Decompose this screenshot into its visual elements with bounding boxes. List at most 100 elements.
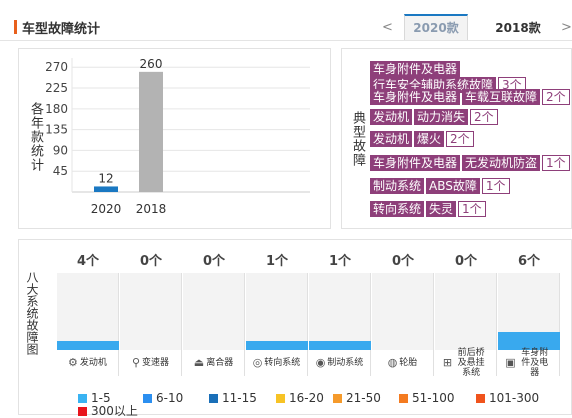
system-count: 0个 (202, 254, 226, 269)
system-column[interactable]: 1个 ◉ 制动系统 (309, 251, 371, 376)
issue-count: 1个 (481, 178, 510, 194)
title-accent-bar (14, 20, 17, 34)
issue-count: 1个 (458, 201, 486, 217)
system-name: 轮胎 (399, 358, 418, 368)
issue-name: 车载互联故障 (462, 89, 541, 105)
legend-label: 11-15 (222, 391, 257, 405)
system-name: 变速器 (142, 358, 170, 368)
legend-swatch (399, 394, 408, 403)
system-bar-track (57, 273, 119, 350)
issue-item[interactable]: 车身附件及电器 无发动机防盗 1个 (370, 155, 570, 171)
legend-item: 1-5 (78, 391, 111, 405)
engine-icon: ⚙ (68, 356, 78, 369)
system-label: ⚲ 变速器 (120, 350, 182, 376)
system-bar-track (498, 273, 560, 350)
issue-count: 2个 (542, 89, 570, 105)
system-name: 发动机 (79, 358, 107, 368)
typical-issues-panel: 典型故障 车身附件及电器 行车安全辅助系统故障 3个 车身附件及电器 车载互联故障 2个发… (341, 48, 572, 229)
issue-name: ABS故障 (426, 178, 480, 194)
system-column[interactable]: 4个 ⚙ 发动机 (57, 251, 119, 376)
y-tick-label: 225 (45, 81, 68, 95)
bar-2020 (94, 186, 118, 192)
system-bar-fill (309, 341, 371, 350)
issue-category: 发动机 (370, 109, 413, 125)
prev-arrow-icon[interactable]: < (382, 20, 393, 35)
legend-swatch (78, 394, 87, 403)
legend-label: 1-5 (91, 391, 111, 405)
y-tick-label: 270 (45, 60, 68, 74)
issue-category: 车身附件及电器 (370, 61, 461, 77)
system-label: ◎ 转向系统 (246, 350, 308, 376)
system-column[interactable]: 0个 ◍ 轮胎 (372, 251, 434, 376)
system-count: 1个 (265, 254, 289, 269)
y-tick-label: 45 (53, 164, 68, 178)
suspension-icon: ⊞ (442, 356, 453, 369)
system-bar-track (309, 273, 371, 350)
issue-category: 车身附件及电器 (370, 155, 461, 171)
gear-shift-icon: ⚲ (131, 356, 141, 369)
x-tick-label: 2018 (136, 202, 167, 216)
steering-wheel-icon: ◎ (252, 356, 263, 369)
legend-item: 16-20 (276, 391, 324, 405)
issues-label: 典型故障 (350, 111, 365, 167)
y-tick-label: 135 (45, 123, 68, 137)
system-name: 制动系统 (327, 358, 364, 368)
legend-label: 300以上 (91, 404, 138, 418)
next-arrow-icon[interactable]: > (561, 20, 572, 35)
legend-label: 51-100 (412, 391, 455, 405)
legend-item: 101-300 (476, 391, 539, 405)
issue-item[interactable]: 制动系统 ABS故障 1个 (370, 178, 510, 194)
legend-label: 6-10 (156, 391, 184, 405)
system-bar-track (183, 273, 245, 350)
system-label: ◍ 轮胎 (372, 350, 434, 376)
issue-item[interactable]: 发动机 爆火 2个 (370, 131, 474, 147)
legend-item: 21-50 (333, 391, 381, 405)
system-column[interactable]: 1个 ◎ 转向系统 (246, 251, 308, 376)
system-bar-track (435, 273, 497, 350)
car-body-icon: ▣ (505, 356, 516, 369)
system-column[interactable]: 0个 ⚲ 变速器 (120, 251, 182, 376)
legend-item: 300以上 (78, 404, 138, 418)
system-name: 前后桥及悬挂系统 (457, 348, 485, 378)
issue-name: 动力消失 (414, 109, 469, 125)
legend-item: 11-15 (209, 391, 257, 405)
issue-count: 1个 (542, 155, 570, 171)
issue-name: 爆火 (414, 131, 445, 147)
tab-2018[interactable]: 2018款 (478, 14, 558, 41)
system-count: 0个 (139, 254, 163, 269)
system-label: ▣ 车身附件及电器 (498, 348, 560, 378)
issue-name: 失灵 (426, 201, 457, 217)
system-name: 离合器 (206, 358, 234, 368)
legend-label: 101-300 (489, 391, 540, 405)
system-column[interactable]: 6个 ▣ 车身附件及电器 (498, 251, 560, 378)
system-count: 0个 (454, 254, 478, 269)
issue-category: 车身附件及电器 (370, 89, 461, 105)
system-bar-track (120, 273, 182, 350)
legend-swatch (333, 394, 342, 403)
system-count: 0个 (391, 254, 415, 269)
bar-2018 (139, 71, 163, 192)
clutch-pedal-icon: ⏏ (193, 356, 205, 369)
issue-item[interactable]: 发动机 动力消失 2个 (370, 109, 498, 125)
issue-name: 无发动机防盗 (462, 155, 541, 171)
system-name: 转向系统 (264, 358, 301, 368)
system-count: 1个 (328, 254, 352, 269)
system-name: 车身附件及电器 (521, 348, 549, 378)
issue-count: 2个 (470, 109, 498, 125)
system-column[interactable]: 0个 ⊞ 前后桥及悬挂系统 (435, 251, 497, 378)
header-divider (0, 40, 572, 41)
tire-icon: ◍ (387, 356, 398, 369)
issue-category: 制动系统 (370, 178, 425, 194)
issue-item[interactable]: 车身附件及电器 车载互联故障 2个 (370, 89, 570, 105)
data-label: 260 (140, 57, 163, 71)
tab-2020[interactable]: 2020款 (404, 14, 468, 41)
issue-item[interactable]: 转向系统 失灵 1个 (370, 201, 486, 217)
system-count: 4个 (76, 254, 100, 269)
system-column[interactable]: 0个 ⏏ 离合器 (183, 251, 245, 376)
legend-swatch (276, 394, 285, 403)
issue-category: 转向系统 (370, 201, 425, 217)
brake-icon: ◉ (315, 356, 326, 369)
system-bar-fill (246, 341, 308, 350)
legend-swatch (209, 394, 218, 403)
system-label: ⚙ 发动机 (57, 350, 119, 376)
